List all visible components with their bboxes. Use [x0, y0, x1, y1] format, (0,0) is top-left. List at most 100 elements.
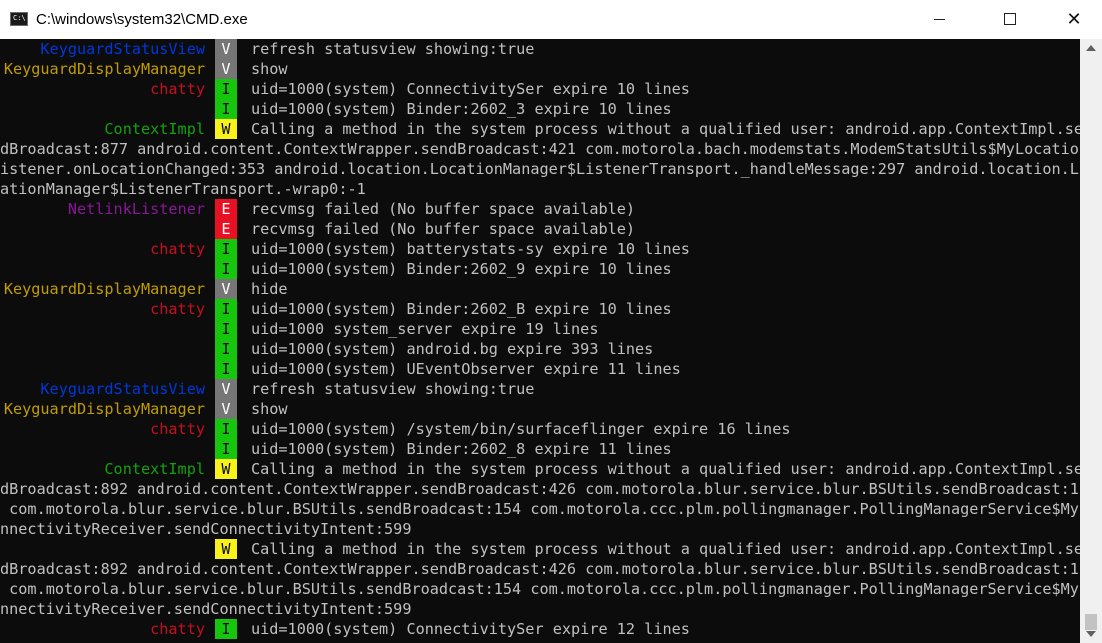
log-tag: KeyguardStatusView	[40, 380, 205, 398]
log-tag: ContextImpl	[104, 120, 205, 138]
log-message: refresh statusview showing:true	[251, 40, 535, 58]
log-tag: NetlinkListener	[67, 200, 205, 218]
console-line: chatty Iuid=1000(system) /system/bin/surf…	[0, 419, 1080, 439]
log-level-badge: I	[215, 239, 237, 259]
scrollbar-thumb[interactable]	[1085, 614, 1097, 630]
log-message: uid=1000(system) Binder:2602_9 expire 10…	[251, 260, 672, 278]
log-level-badge: I	[215, 419, 237, 439]
line-continuation: dBroadcast:892 android.content.ContextWr…	[0, 560, 1080, 578]
console-line: ContextImpl W Calling a method in the syst…	[0, 459, 1080, 479]
log-message: uid=1000(system) Binder:2602_3 expire 10…	[251, 100, 672, 118]
maximize-button[interactable]	[987, 0, 1033, 39]
console-line: chatty Iuid=1000(system) ConnectivitySer …	[0, 619, 1080, 639]
log-message: show	[251, 400, 288, 418]
console-line: com.motorola.blur.service.blur.BSUtils.s…	[0, 499, 1080, 519]
console-line: dBroadcast:892 android.content.ContextWr…	[0, 479, 1080, 499]
log-message: uid=1000(system) Binder:2602_B expire 10…	[251, 300, 672, 318]
title-bar[interactable]: C:\ C:\windows\system32\CMD.exe ✕	[0, 0, 1102, 39]
minimize-button[interactable]	[916, 0, 962, 39]
log-level-badge: I	[215, 339, 237, 359]
log-level-badge: V	[215, 279, 237, 299]
log-message: uid=1000(system) batterystats-sy expire …	[251, 240, 690, 258]
log-tag: chatty	[150, 620, 205, 638]
log-message: Calling a method in the system process w…	[251, 460, 1080, 478]
console-line: nnectivityReceiver.sendConnectivityInten…	[0, 519, 1080, 539]
console-line: com.motorola.blur.service.blur.BSUtils.s…	[0, 579, 1080, 599]
console-line: W Calling a method in the system process …	[0, 539, 1080, 559]
log-level-badge: V	[215, 59, 237, 79]
console-line: KeyguardStatusView Vrefresh statusview sh…	[0, 379, 1080, 399]
cmd-icon-label: C:\	[13, 14, 26, 22]
log-level-badge: W	[215, 539, 237, 559]
console-line: Iuid=1000 system_server expire 19 lines	[0, 319, 1080, 339]
console-line: KeyguardDisplayManager Vshow	[0, 399, 1080, 419]
console-line: dBroadcast:892 android.content.ContextWr…	[0, 559, 1080, 579]
log-level-badge: I	[215, 79, 237, 99]
line-continuation: com.motorola.blur.service.blur.BSUtils.s…	[0, 500, 1080, 518]
scroll-down-arrow-icon[interactable]	[1086, 631, 1096, 637]
console-line: dBroadcast:877 android.content.ContextWr…	[0, 139, 1080, 159]
log-level-badge: I	[215, 259, 237, 279]
scroll-up-arrow-icon[interactable]	[1086, 45, 1096, 51]
log-level-badge: E	[215, 219, 237, 239]
log-tag: KeyguardStatusView	[40, 40, 205, 58]
log-message: show	[251, 60, 288, 78]
log-level-badge: I	[215, 99, 237, 119]
maximize-icon	[1004, 13, 1016, 25]
log-tag: chatty	[150, 300, 205, 318]
console-line: nnectivityReceiver.sendConnectivityInten…	[0, 599, 1080, 619]
log-tag: chatty	[150, 240, 205, 258]
console-output[interactable]: KeyguardStatusView Vrefresh statusview sh…	[0, 39, 1080, 643]
console-line: Erecvmsg failed (No buffer space availab…	[0, 219, 1080, 239]
log-level-badge: V	[215, 39, 237, 59]
log-tag: chatty	[150, 420, 205, 438]
cmd-window: C:\ C:\windows\system32\CMD.exe ✕ Keygua…	[0, 0, 1102, 643]
console-line: KeyguardStatusView Vrefresh statusview sh…	[0, 39, 1080, 59]
console-line: Iuid=1000(system) Binder:2602_3 expire 1…	[0, 99, 1080, 119]
log-message: recvmsg failed (No buffer space availabl…	[251, 220, 636, 238]
log-message: uid=1000(system) ConnectivitySer expire …	[251, 620, 690, 638]
log-message: uid=1000 system_server expire 19 lines	[251, 320, 599, 338]
vertical-scrollbar[interactable]	[1080, 39, 1102, 643]
log-message: uid=1000(system) Binder:2602_8 expire 11…	[251, 440, 672, 458]
log-level-badge: E	[215, 199, 237, 219]
line-continuation: com.motorola.blur.service.blur.BSUtils.s…	[0, 580, 1080, 598]
line-continuation: ationManager$ListenerTransport.-wrap0:-1	[0, 180, 366, 198]
log-tag: ContextImpl	[104, 460, 205, 478]
log-level-badge: W	[215, 459, 237, 479]
console-line: KeyguardDisplayManager Vhide	[0, 279, 1080, 299]
log-level-badge: I	[215, 439, 237, 459]
minimize-icon	[934, 19, 945, 20]
log-message: Calling a method in the system process w…	[251, 120, 1080, 138]
log-tag: KeyguardDisplayManager	[3, 400, 205, 418]
console-line: chatty Iuid=1000(system) Binder:2602_B ex…	[0, 299, 1080, 319]
cmd-console-icon[interactable]: C:\	[10, 12, 28, 26]
log-level-badge: W	[215, 119, 237, 139]
line-continuation: nnectivityReceiver.sendConnectivityInten…	[0, 520, 412, 538]
console-line: Iuid=1000(system) android.bg expire 393 …	[0, 339, 1080, 359]
log-level-badge: I	[215, 319, 237, 339]
log-message: uid=1000(system) /system/bin/surfaceflin…	[251, 420, 791, 438]
log-level-badge: V	[215, 399, 237, 419]
log-message: uid=1000(system) android.bg expire 393 l…	[251, 340, 654, 358]
close-icon: ✕	[1066, 9, 1082, 30]
log-message: refresh statusview showing:true	[251, 380, 535, 398]
console-line: ationManager$ListenerTransport.-wrap0:-1	[0, 179, 1080, 199]
log-message: recvmsg failed (No buffer space availabl…	[251, 200, 636, 218]
console-line: Iuid=1000(system) UEventObserver expire …	[0, 359, 1080, 379]
log-tag: KeyguardDisplayManager	[3, 280, 205, 298]
log-message: hide	[251, 280, 288, 298]
console-line: chatty Iuid=1000(system) batterystats-sy …	[0, 239, 1080, 259]
line-continuation: dBroadcast:877 android.content.ContextWr…	[0, 140, 1080, 158]
log-level-badge: V	[215, 379, 237, 399]
log-message: uid=1000(system) ConnectivitySer expire …	[251, 80, 690, 98]
console-line: ContextImpl W Calling a method in the syst…	[0, 119, 1080, 139]
console-line: chatty Iuid=1000(system) ConnectivitySer …	[0, 79, 1080, 99]
console-line: Iuid=1000(system) Binder:2602_8 expire 1…	[0, 439, 1080, 459]
log-level-badge: I	[215, 299, 237, 319]
close-button[interactable]: ✕	[1051, 0, 1097, 39]
console-line: NetlinkListener Erecvmsg failed (No buffe…	[0, 199, 1080, 219]
line-continuation: dBroadcast:892 android.content.ContextWr…	[0, 480, 1080, 498]
line-continuation: nnectivityReceiver.sendConnectivityInten…	[0, 600, 412, 618]
console-line: istener.onLocationChanged:353 android.lo…	[0, 159, 1080, 179]
